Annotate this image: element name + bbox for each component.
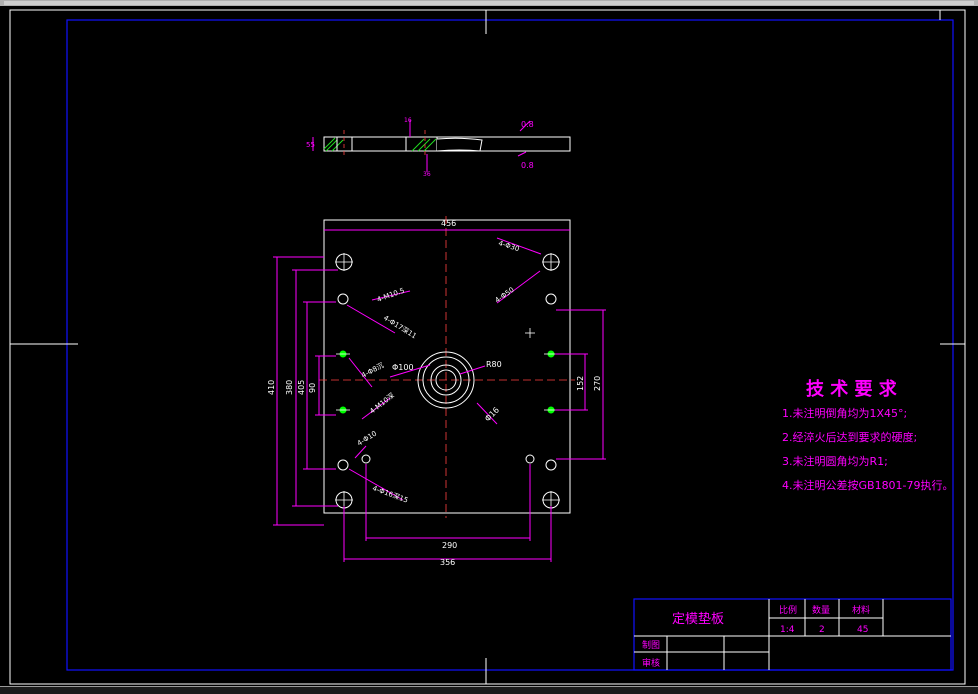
status-bar [0,686,978,694]
dim-width: 456 [441,219,456,228]
title-scale-value: 1:4 [780,625,795,635]
title-material-value: 45 [857,625,868,635]
title-part-name: 定模垫板 [672,611,724,627]
title-drawn-label: 制图 [642,639,660,651]
drawing-canvas[interactable]: 55 16 36 0.8 0.8 456 290 356 152 270 90 … [0,6,978,686]
dim-left-3: 380 [285,380,294,395]
tech-req-item-4: 4.未注明公差按GB1801-79执行。 [782,478,954,492]
outer-frame [9,9,966,685]
dim-left-4: 410 [267,380,276,395]
tech-req-title: 技 术 要 求 [806,378,898,400]
note-top-holes-2: 4-Φ50 [494,286,516,305]
title-material-label: 材料 [852,604,870,616]
tech-req-item-3: 3.未注明圆角均为R1; [782,454,888,468]
status-bar-divider [0,686,978,687]
dim-inner-width: 290 [442,541,457,550]
section-dim-a: 16 [404,117,412,124]
note-bottom: 4-Φ16深15 [371,483,409,504]
screw-holes [337,293,557,471]
dim-right: 270 [593,376,602,391]
cad-screen: 55 16 36 0.8 0.8 456 290 356 152 270 90 … [0,0,978,694]
note-left-3: 4-Φ10 [356,430,378,448]
technical-requirements: 技 术 要 求 1.未注明倒角均为1X45°; 2.经淬火后达到要求的硬度; 3… [782,378,954,492]
roughness-top: 0.8 [521,120,534,129]
inner-frame [66,19,954,671]
tech-req-item-1: 1.未注明倒角均为1X45°; [782,406,907,420]
dim-left-1: 90 [308,383,317,393]
note-screw-1: 4-M10.5 [376,287,406,304]
dim-center-small: Φ16 [483,405,501,423]
dimension-lines [273,229,606,562]
tech-req-item-2: 2.经淬火后达到要求的硬度; [782,430,917,444]
section-dim-b: 36 [423,171,431,178]
title-scale-label: 比例 [779,604,797,616]
green-holes [339,350,555,414]
plan-view: 456 290 356 152 270 90 405 380 410 Φ100 … [267,216,606,567]
dim-left-2: 405 [297,380,306,395]
roughness-bottom: 0.8 [521,161,534,170]
dim-center-dia: Φ100 [392,363,414,372]
dim-lower-width: 356 [440,558,455,567]
scrollbar-track[interactable] [4,1,974,5]
dim-center-r: R80 [486,360,502,369]
title-quantity-label: 数量 [812,604,830,616]
title-checked-label: 审核 [642,657,660,669]
title-block: 定模垫板 比例 数量 材料 1:4 2 45 制图 审核 [633,598,952,671]
note-top-holes: 4-Φ30 [497,239,520,253]
note-left-2: 4-M10深 [368,391,396,416]
title-quantity-value: 2 [819,625,825,635]
corner-holes [335,253,560,509]
note-left-1: 4-Φ8沉 [360,361,385,379]
hole-crosshairs [335,253,560,509]
dim-right-inner: 152 [576,376,585,391]
frame-center-marks [10,10,965,684]
plate-outline [323,219,571,514]
section-dim-thickness: 55 [306,141,315,149]
note-screw-2: 4-Φ17深11 [382,313,418,340]
section-view: 55 16 36 0.8 0.8 [306,117,571,178]
